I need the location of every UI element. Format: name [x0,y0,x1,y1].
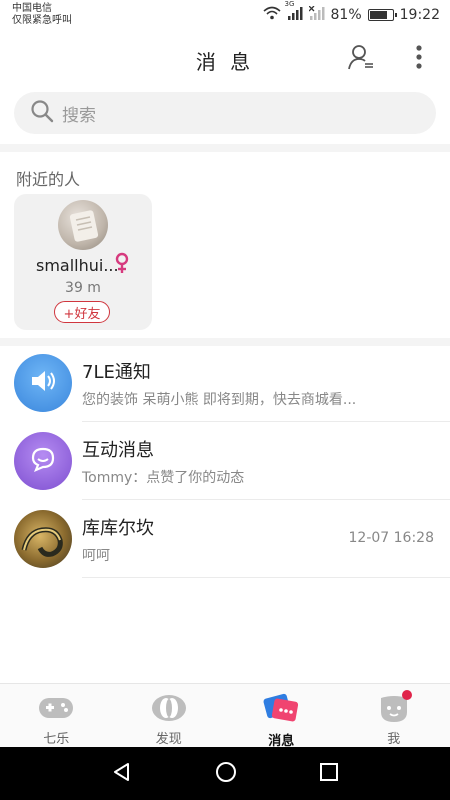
recents-icon[interactable] [319,762,339,786]
back-icon[interactable] [111,761,133,787]
status-bar: 中国电信 仅限紧急呼叫 3G 81% 19:22 [0,0,450,30]
notification-avatar [14,354,72,412]
list-divider [82,577,450,578]
speaker-icon [28,366,58,400]
message-title: 7LE通知 [82,362,151,383]
message-preview: 您的装饰 呆萌小熊 即将到期，快去商城看... [82,392,357,408]
messages-icon [261,692,301,726]
nav-item-qile[interactable]: 七乐 [0,684,113,747]
bottom-nav: 七乐 发现 消息 我 [0,683,450,749]
nav-item-messages[interactable]: 消息 [225,684,338,749]
battery-icon [367,9,397,21]
battery-percent: 81% [330,7,362,23]
avatar [14,510,72,568]
emergency-text: 仅限紧急呼叫 [12,15,72,26]
nearby-person-card[interactable]: smallhui... 39 m +好友 [14,194,152,330]
message-preview: 呵呵 [82,548,110,564]
page-title: 消 息 [195,50,255,74]
nav-label: 发现 [155,732,182,747]
contacts-icon [347,43,375,75]
message-title: 库库尔坎 [82,518,154,539]
battery-fill [369,11,387,19]
female-icon [114,252,130,278]
nav-label: 七乐 [43,732,70,747]
chat-bubble-icon [28,444,58,478]
nearby-section-title: 附近的人 [16,170,81,189]
avatar[interactable] [58,200,108,250]
clock: 19:22 [399,7,440,23]
status-icons: 3G 81% 19:22 [262,0,440,24]
list-item[interactable]: 互动消息 Tommy：点赞了你的动态 [0,422,450,500]
app-header: 消 息 [0,30,450,88]
add-friend-button[interactable]: +好友 [54,301,110,323]
nav-item-me[interactable]: 我 [338,684,450,747]
more-vertical-icon [415,44,423,74]
message-title: 互动消息 [82,440,154,461]
network-type: 3G [284,0,295,8]
profile-face-icon [374,690,414,724]
home-icon[interactable] [214,760,238,788]
search-placeholder: 搜索 [62,105,96,126]
gamepad-icon [36,692,76,724]
nearby-person-name: smallhui... [36,256,119,275]
discover-icon [149,692,189,724]
notification-badge [401,690,412,700]
contacts-button[interactable] [344,42,378,76]
message-time: 12-07 16:28 [348,530,434,546]
list-item[interactable]: 7LE通知 您的装饰 呆萌小熊 即将到期，快去商城看... [0,344,450,422]
section-divider [0,144,450,152]
signal-no-sim-icon [308,5,325,24]
wifi-icon [262,6,281,24]
nav-label: 我 [387,732,401,747]
system-nav-bar [0,747,450,800]
carrier-name: 中国电信 [12,3,52,14]
signal-icon: 3G [285,0,303,24]
list-item[interactable]: 库库尔坎 呵呵 12-07 16:28 [0,500,450,578]
carrier-info: 中国电信 仅限紧急呼叫 [12,3,72,27]
more-button[interactable] [402,42,436,76]
nearby-person-distance: 39 m [65,280,101,296]
message-preview: Tommy：点赞了你的动态 [82,470,245,486]
nav-item-discover[interactable]: 发现 [113,684,226,747]
search-input[interactable]: 搜索 [14,92,436,134]
search-icon [30,99,54,127]
interaction-avatar [14,432,72,490]
